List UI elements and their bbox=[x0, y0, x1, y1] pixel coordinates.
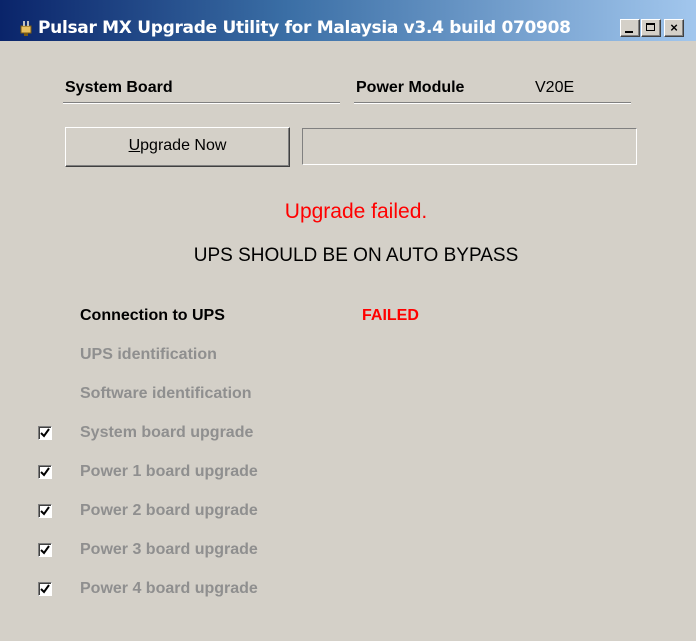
system-board-upgrade-checkbox[interactable] bbox=[38, 426, 52, 440]
checkmark-icon bbox=[40, 506, 50, 516]
system-board-label: System Board bbox=[65, 79, 173, 96]
checkmark-icon bbox=[40, 428, 50, 438]
step-power-4-board-upgrade: Power 4 board upgrade bbox=[80, 580, 258, 597]
power-1-board-upgrade-checkbox[interactable] bbox=[38, 465, 52, 479]
step-ups-identification: UPS identification bbox=[80, 346, 217, 363]
power-module-label: Power Module bbox=[356, 79, 465, 96]
upgrade-progress-bar bbox=[302, 128, 637, 165]
maximize-button[interactable] bbox=[641, 19, 661, 37]
ups-plug-icon bbox=[18, 20, 34, 36]
step-system-board-upgrade: System board upgrade bbox=[80, 424, 254, 441]
step-power-3-board-upgrade: Power 3 board upgrade bbox=[80, 541, 258, 558]
minimize-icon bbox=[625, 31, 633, 33]
title-bar[interactable]: Pulsar MX Upgrade Utility for Malaysia v… bbox=[0, 0, 696, 41]
step-power-2-board-upgrade: Power 2 board upgrade bbox=[80, 502, 258, 519]
auto-bypass-warning: UPS SHOULD BE ON AUTO BYPASS bbox=[193, 245, 519, 266]
step-software-identification: Software identification bbox=[80, 385, 252, 402]
upgrade-result-message: Upgrade failed. bbox=[284, 200, 428, 223]
step-connection-to-ups: Connection to UPS bbox=[80, 307, 225, 324]
power-4-board-upgrade-checkbox[interactable] bbox=[38, 582, 52, 596]
close-button[interactable]: × bbox=[664, 19, 684, 37]
power-module-version: V20E bbox=[535, 79, 575, 96]
window-title: Pulsar MX Upgrade Utility for Malaysia v… bbox=[38, 18, 571, 38]
power-2-board-upgrade-checkbox[interactable] bbox=[38, 504, 52, 518]
checkmark-icon bbox=[40, 545, 50, 555]
upgrade-now-label: pgrade Now bbox=[140, 137, 227, 154]
system-board-divider bbox=[63, 102, 340, 104]
upgrade-now-button[interactable]: Upgrade Now bbox=[65, 127, 290, 167]
checkmark-icon bbox=[40, 584, 50, 594]
checkmark-icon bbox=[40, 467, 50, 477]
power-3-board-upgrade-checkbox[interactable] bbox=[38, 543, 52, 557]
step-power-1-board-upgrade: Power 1 board upgrade bbox=[80, 463, 258, 480]
minimize-button[interactable] bbox=[620, 19, 640, 37]
close-icon: × bbox=[670, 20, 678, 35]
power-module-divider bbox=[354, 102, 631, 104]
maximize-icon bbox=[646, 23, 655, 31]
upgrade-utility-window: Pulsar MX Upgrade Utility for Malaysia v… bbox=[0, 0, 696, 641]
connection-status: FAILED bbox=[362, 307, 419, 324]
upgrade-accelerator: U bbox=[128, 137, 141, 154]
